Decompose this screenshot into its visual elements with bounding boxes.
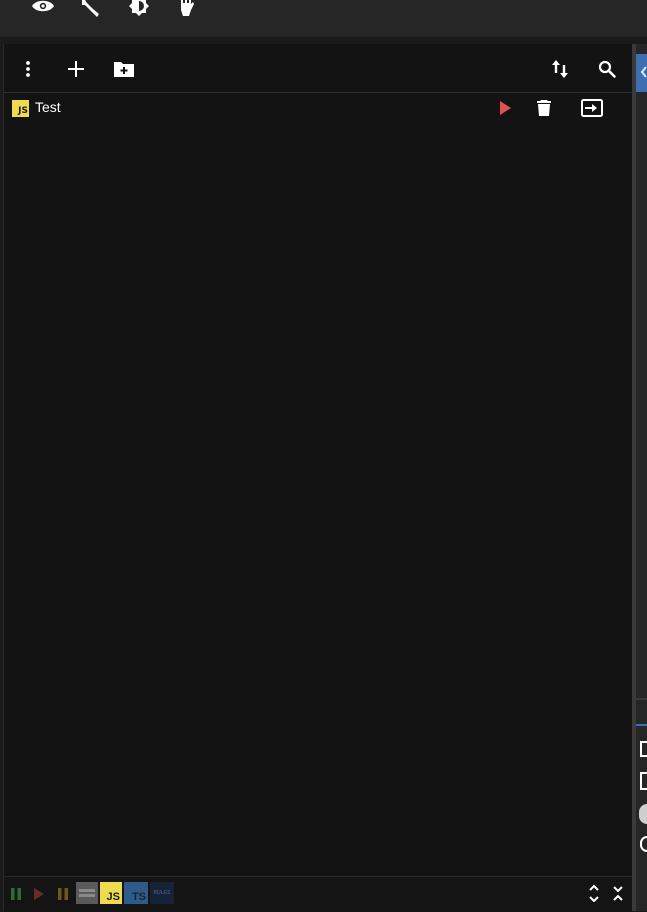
- ts-filter-badge[interactable]: TS: [124, 882, 148, 904]
- eye-icon[interactable]: [30, 0, 56, 18]
- rules-filter-badge[interactable]: RULES: [150, 882, 174, 904]
- pause-all-icon[interactable]: [9, 883, 23, 905]
- pause-icon[interactable]: [56, 883, 70, 905]
- wrench-icon[interactable]: [78, 0, 104, 18]
- delete-icon[interactable]: [532, 96, 556, 120]
- js-file-badge: JS: [12, 100, 29, 117]
- globe-icon-partial[interactable]: [639, 804, 647, 824]
- script-name[interactable]: Test: [35, 99, 61, 115]
- hand-icon[interactable]: [174, 0, 200, 18]
- divider-accent: [636, 724, 647, 726]
- script-row[interactable]: JS Test: [4, 94, 632, 122]
- run-icon[interactable]: [493, 96, 517, 120]
- export-icon[interactable]: [579, 96, 605, 120]
- status-bar: JS TS RULES: [4, 876, 632, 912]
- panel-toolbar: [4, 44, 632, 93]
- copy-icon-partial[interactable]: [640, 772, 647, 790]
- collapse-all-icon[interactable]: [587, 882, 601, 904]
- visibility-off-icon-partial[interactable]: [640, 836, 647, 852]
- back-arrow-tab[interactable]: [636, 54, 647, 90]
- sort-icon[interactable]: [547, 56, 573, 82]
- plus-icon[interactable]: [63, 56, 89, 82]
- right-panel-edge: [636, 44, 647, 911]
- search-icon[interactable]: [594, 56, 620, 82]
- js-filter-badge[interactable]: JS: [100, 882, 122, 904]
- run-all-icon[interactable]: [32, 883, 46, 905]
- top-toolbar: [0, 0, 647, 37]
- divider: [636, 698, 647, 700]
- tab-underline: [636, 90, 647, 92]
- folder-plus-icon[interactable]: [111, 56, 137, 82]
- expand-all-icon[interactable]: [611, 882, 625, 904]
- scripts-panel: JS Test JS TS RULES: [3, 44, 632, 912]
- more-vertical-icon[interactable]: [15, 56, 41, 82]
- brightness-icon[interactable]: [126, 0, 152, 18]
- blockly-badge-icon[interactable]: [76, 882, 98, 904]
- delete-icon-partial[interactable]: [640, 741, 647, 757]
